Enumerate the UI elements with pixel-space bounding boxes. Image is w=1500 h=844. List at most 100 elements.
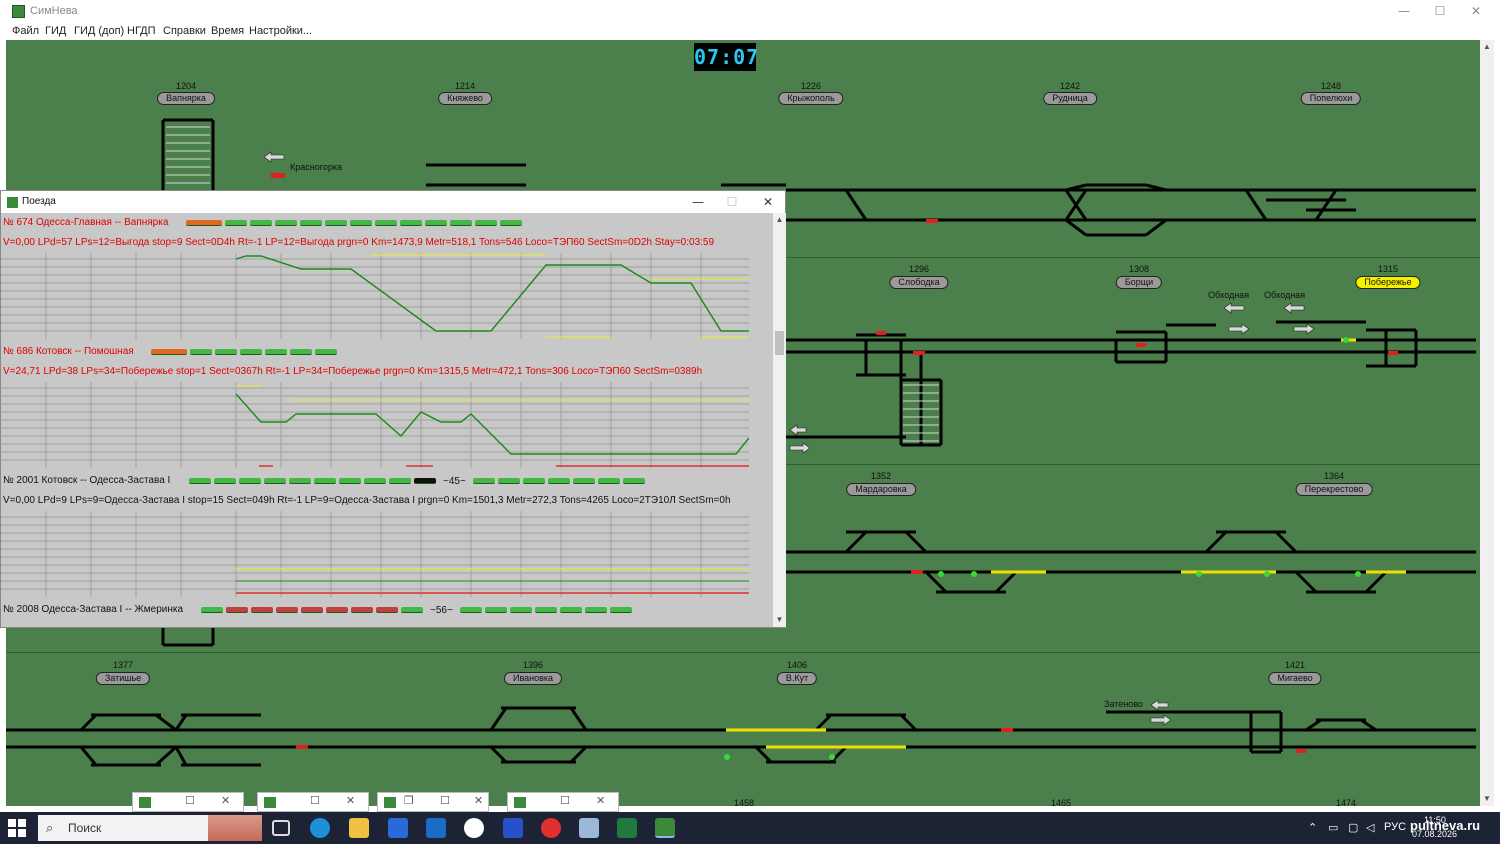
menu-reports[interactable]: Справки bbox=[163, 25, 206, 37]
train-graph bbox=[1, 253, 749, 339]
menu-gid-extra[interactable]: ГИД (доп) bbox=[74, 25, 124, 37]
app-icon bbox=[264, 797, 276, 808]
train-header[interactable]: № 674 Одесса-Главная -- Вапнярка bbox=[3, 217, 168, 228]
station-label[interactable]: Крыжополь bbox=[778, 92, 844, 105]
station-label[interactable]: В.Кут bbox=[776, 672, 818, 685]
defender-icon[interactable] bbox=[503, 818, 523, 838]
road-label-obkhodnaya: Обходная bbox=[1208, 290, 1250, 300]
notes-icon[interactable] bbox=[579, 818, 599, 838]
station-label[interactable]: Попелюхи bbox=[1300, 92, 1362, 105]
train-header[interactable]: № 686 Котовск -- Помошная bbox=[3, 346, 134, 357]
scroll-down-icon[interactable]: ▼ bbox=[1480, 794, 1494, 803]
scroll-down-icon[interactable]: ▼ bbox=[773, 615, 786, 624]
restore-icon[interactable]: ☐ bbox=[560, 794, 570, 807]
station-number: 1458 bbox=[733, 798, 755, 806]
train-graph bbox=[1, 382, 749, 468]
maximize-icon[interactable]: ☐ bbox=[440, 794, 450, 807]
store-icon[interactable] bbox=[388, 818, 408, 838]
close-icon[interactable]: ✕ bbox=[596, 794, 605, 807]
trains-scrollbar[interactable]: ▲ ▼ bbox=[773, 213, 786, 627]
station-label[interactable]: Борщи bbox=[1115, 276, 1163, 289]
app-icon bbox=[139, 797, 151, 808]
scroll-thumb[interactable] bbox=[775, 331, 784, 355]
file-explorer-icon[interactable] bbox=[349, 818, 369, 838]
road-label-zatenovo: Затеново bbox=[1104, 699, 1143, 709]
excel-icon[interactable] bbox=[617, 818, 637, 838]
trains-list: № 674 Одесса-Главная -- Вапнярка V=0,00 … bbox=[1, 213, 749, 627]
station-label[interactable]: Мардаровка bbox=[846, 483, 916, 496]
windows-start-icon[interactable] bbox=[8, 819, 26, 837]
station-number: 1308 bbox=[1128, 264, 1150, 274]
close-icon[interactable]: ✕ bbox=[474, 794, 483, 807]
maximize-button[interactable]: ☐ bbox=[1422, 2, 1458, 20]
restore-icon[interactable]: ❐ bbox=[404, 794, 414, 807]
station-number: 1396 bbox=[522, 660, 544, 670]
chevron-up-icon[interactable]: ⌃ bbox=[1308, 821, 1317, 834]
scroll-up-icon[interactable]: ▲ bbox=[1480, 42, 1494, 51]
yandex-browser-icon[interactable] bbox=[464, 818, 484, 838]
train-gap-label: ~45~ bbox=[443, 476, 466, 487]
station-number: 1248 bbox=[1320, 81, 1342, 91]
station-number: 1377 bbox=[112, 660, 134, 670]
menu-gid[interactable]: ГИД bbox=[45, 25, 66, 37]
scroll-up-icon[interactable]: ▲ bbox=[773, 215, 786, 224]
station-number: 1364 bbox=[1323, 471, 1345, 481]
trains-window-title: Поезда bbox=[22, 196, 56, 207]
train-header[interactable]: № 2001 Котовск -- Одесса-Застава I bbox=[3, 475, 170, 486]
station-label[interactable]: Ивановка bbox=[503, 672, 563, 685]
sim-clock: 07:07 bbox=[694, 43, 760, 71]
trains-maximize-button[interactable]: ☐ bbox=[715, 193, 749, 211]
station-label-active[interactable]: Побережье bbox=[1355, 276, 1421, 289]
train-header[interactable]: № 2008 Одесса-Застава I -- Жмеринка bbox=[3, 604, 183, 615]
restore-icon[interactable]: ☐ bbox=[185, 794, 195, 807]
window-title: СимНева bbox=[30, 5, 78, 17]
minimized-window[interactable]: ☐ ✕ bbox=[257, 792, 369, 812]
road-label-krasnogorka: Красногорка bbox=[290, 162, 342, 172]
station-label[interactable]: Рудница bbox=[1043, 92, 1097, 105]
menu-settings[interactable]: Настройки... bbox=[249, 25, 312, 37]
outlook-icon[interactable] bbox=[426, 818, 446, 838]
train-consist bbox=[186, 220, 522, 227]
station-label[interactable]: Мигаево bbox=[1268, 672, 1322, 685]
simneva-taskbar-icon[interactable] bbox=[655, 818, 675, 838]
vertical-scrollbar[interactable]: ▲ ▼ bbox=[1480, 40, 1494, 806]
minimized-window[interactable]: ☐ ✕ bbox=[507, 792, 619, 812]
menu-file[interactable]: Файл bbox=[12, 25, 39, 37]
close-button[interactable]: ✕ bbox=[1458, 2, 1494, 20]
train-stats: V=0,00 LPd=9 LPs=9=Одесса-Застава I stop… bbox=[3, 495, 731, 506]
menu-time[interactable]: Время bbox=[211, 25, 244, 37]
minimized-window[interactable]: ❐ ☐ ✕ bbox=[377, 792, 489, 812]
station-label[interactable]: Затишье bbox=[95, 672, 151, 685]
search-icon: ⌕ bbox=[46, 820, 54, 835]
volume-icon[interactable]: ◁ bbox=[1366, 821, 1374, 834]
yandex-icon[interactable] bbox=[541, 818, 561, 838]
watermark: pultneva.ru bbox=[1410, 818, 1481, 833]
station-label[interactable]: Вапнярка bbox=[157, 92, 215, 105]
minimize-button[interactable]: — bbox=[1386, 2, 1422, 20]
station-label[interactable]: Слободка bbox=[889, 276, 949, 289]
station-number: 1296 bbox=[908, 264, 930, 274]
trains-title-bar[interactable]: Поезда — ☐ ✕ bbox=[1, 191, 785, 213]
menu-ngdp[interactable]: НГДП bbox=[127, 25, 156, 37]
network-icon[interactable]: ▭ bbox=[1328, 821, 1338, 834]
station-label[interactable]: Перекрестово bbox=[1295, 483, 1373, 496]
trains-close-button[interactable]: ✕ bbox=[751, 193, 785, 211]
station-number: 1406 bbox=[786, 660, 808, 670]
close-icon[interactable]: ✕ bbox=[221, 794, 230, 807]
display-icon[interactable]: ▢ bbox=[1348, 821, 1358, 834]
title-bar: СимНева — ☐ ✕ bbox=[0, 0, 1500, 22]
minimized-window[interactable]: ☐ ✕ bbox=[132, 792, 244, 812]
restore-icon[interactable]: ☐ bbox=[310, 794, 320, 807]
edge-icon[interactable] bbox=[310, 818, 330, 838]
station-label[interactable]: Княжево bbox=[438, 92, 492, 105]
trains-minimize-button[interactable]: — bbox=[681, 193, 715, 211]
taskbar: ⌕ Поиск ⌃ ▭ ▢ ◁ РУС 11:50 07.08.2026 bbox=[0, 812, 1500, 844]
trains-window: Поезда — ☐ ✕ № 674 Одесса-Главная -- Вап… bbox=[0, 190, 786, 628]
language-indicator[interactable]: РУС bbox=[1384, 821, 1406, 833]
taskbar-search[interactable]: ⌕ Поиск bbox=[38, 815, 262, 841]
section-separator bbox=[6, 652, 1480, 653]
task-view-icon[interactable] bbox=[272, 820, 290, 836]
search-placeholder: Поиск bbox=[68, 821, 102, 835]
train-consist: ~56~ bbox=[201, 606, 632, 616]
close-icon[interactable]: ✕ bbox=[346, 794, 355, 807]
